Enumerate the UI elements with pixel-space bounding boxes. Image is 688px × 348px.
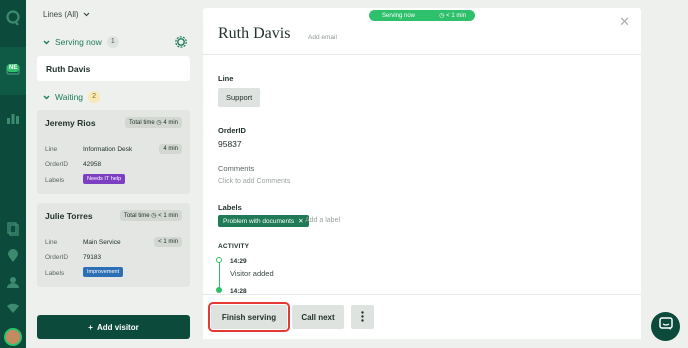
serving-visitor-card[interactable]: Ruth Davis	[37, 56, 190, 81]
chevron-down-icon	[43, 37, 50, 47]
orderid-field-label: OrderID	[218, 126, 246, 135]
clock-icon: ◷	[156, 120, 162, 126]
line-label: Line	[45, 146, 58, 153]
total-time-value: 4 min	[163, 120, 178, 126]
total-time-value: < 1 min	[158, 213, 178, 219]
serving-visitor-name: Ruth Davis	[46, 64, 91, 74]
status-pill: Serving now ◷ < 1 min	[369, 10, 475, 21]
status-pill-time: < 1 min	[446, 13, 466, 19]
visitor-detail-panel: Serving now ◷ < 1 min ✕ Ruth Davis Add e…	[203, 8, 641, 339]
waiting-visitor-card[interactable]: Julie Torres Total time ◷ < 1 min Line M…	[37, 203, 190, 287]
orderid-label: OrderID	[45, 254, 69, 261]
total-time-label: Total time	[129, 120, 155, 126]
line-label: Line	[45, 239, 58, 246]
status-pill-time-wrap: ◷ < 1 min	[439, 12, 466, 19]
total-time-badge: Total time ◷ 4 min	[125, 117, 182, 128]
label-tag: Needs IT help	[83, 174, 126, 184]
orderid-field-value[interactable]: 95837	[218, 139, 242, 149]
add-visitor-button[interactable]: + Add visitor	[37, 315, 190, 339]
finish-serving-button[interactable]: Finish serving	[208, 302, 290, 332]
chat-launcher-button[interactable]	[651, 312, 680, 341]
label-chip: Problem with documents ✕	[218, 215, 309, 227]
line-value: Information Desk	[83, 146, 133, 153]
remove-label-icon[interactable]: ✕	[298, 217, 303, 225]
orderid-value: 42958	[83, 161, 102, 168]
label-tag: Improvement	[83, 267, 124, 277]
waiting-title: Waiting	[55, 92, 84, 102]
labels-label: Labels	[45, 177, 65, 184]
plus-icon: +	[88, 322, 93, 332]
analytics-icon[interactable]	[5, 110, 21, 126]
user-avatar[interactable]	[4, 328, 22, 346]
more-vertical-icon	[361, 310, 364, 324]
rail-badge: NE	[7, 64, 20, 72]
action-footer: Finish serving Call next	[203, 294, 641, 339]
label-chip-text: Problem with documents	[223, 217, 295, 225]
chat-icon	[658, 317, 673, 336]
timeline-dot	[216, 287, 222, 293]
line-time-badge: < 1 min	[154, 237, 182, 247]
clock-icon: ◷	[439, 13, 445, 19]
chevron-down-icon	[83, 10, 90, 19]
line-field-label: Line	[218, 74, 234, 83]
labels-label: Labels	[45, 270, 65, 277]
waiting-header[interactable]: Waiting 2	[43, 91, 101, 103]
team-icon[interactable]	[5, 274, 21, 290]
qminder-logo-icon[interactable]	[5, 10, 21, 26]
add-visitor-label: Add visitor	[96, 322, 139, 332]
timeline-dot	[216, 257, 222, 263]
left-rail: NE	[0, 0, 26, 348]
documents-icon[interactable]	[5, 221, 21, 237]
more-options-button[interactable]	[351, 305, 374, 329]
orderid-label: OrderID	[45, 161, 69, 168]
location-icon[interactable]	[5, 248, 21, 264]
chevron-down-icon	[43, 92, 50, 102]
call-next-button[interactable]: Call next	[292, 305, 344, 329]
visitor-name-title: Ruth Davis	[218, 25, 291, 42]
comments-field-label: Comments	[218, 164, 255, 173]
waiting-visitor-card[interactable]: Jeremy Rios Total time ◷ 4 min Line Info…	[37, 110, 190, 194]
activity-heading: ACTIVITY	[218, 243, 250, 250]
lines-filter-label: Lines (All)	[43, 10, 79, 19]
activity-text: Visitor added	[230, 269, 274, 278]
orderid-value: 79183	[83, 254, 102, 261]
lines-filter[interactable]: Lines (All)	[43, 10, 90, 19]
status-pill-label: Serving now	[382, 12, 416, 19]
labels-field-label: Labels	[218, 203, 242, 212]
header-divider	[203, 54, 641, 55]
serving-count-badge: 1	[106, 36, 119, 48]
signal-icon[interactable]	[5, 300, 21, 316]
gear-icon[interactable]	[175, 35, 187, 48]
line-time-badge: 4 min	[159, 144, 182, 154]
line-value: Main Service	[83, 239, 121, 246]
line-value-chip[interactable]: Support	[218, 88, 261, 107]
serving-now-title: Serving now	[55, 37, 102, 47]
clock-icon: ◷	[151, 213, 157, 219]
add-label-input[interactable]: Add a label	[305, 217, 340, 224]
serving-now-header[interactable]: Serving now 1	[43, 36, 119, 48]
total-time-badge: Total time ◷ < 1 min	[119, 210, 182, 221]
comments-input[interactable]: Click to add Comments	[218, 178, 290, 185]
total-time-label: Total time	[123, 213, 150, 219]
add-email-link[interactable]: Add email	[308, 34, 337, 41]
waiting-count-badge: 2	[88, 91, 101, 103]
activity-time: 14:29	[230, 258, 247, 265]
close-icon[interactable]: ✕	[619, 15, 630, 28]
